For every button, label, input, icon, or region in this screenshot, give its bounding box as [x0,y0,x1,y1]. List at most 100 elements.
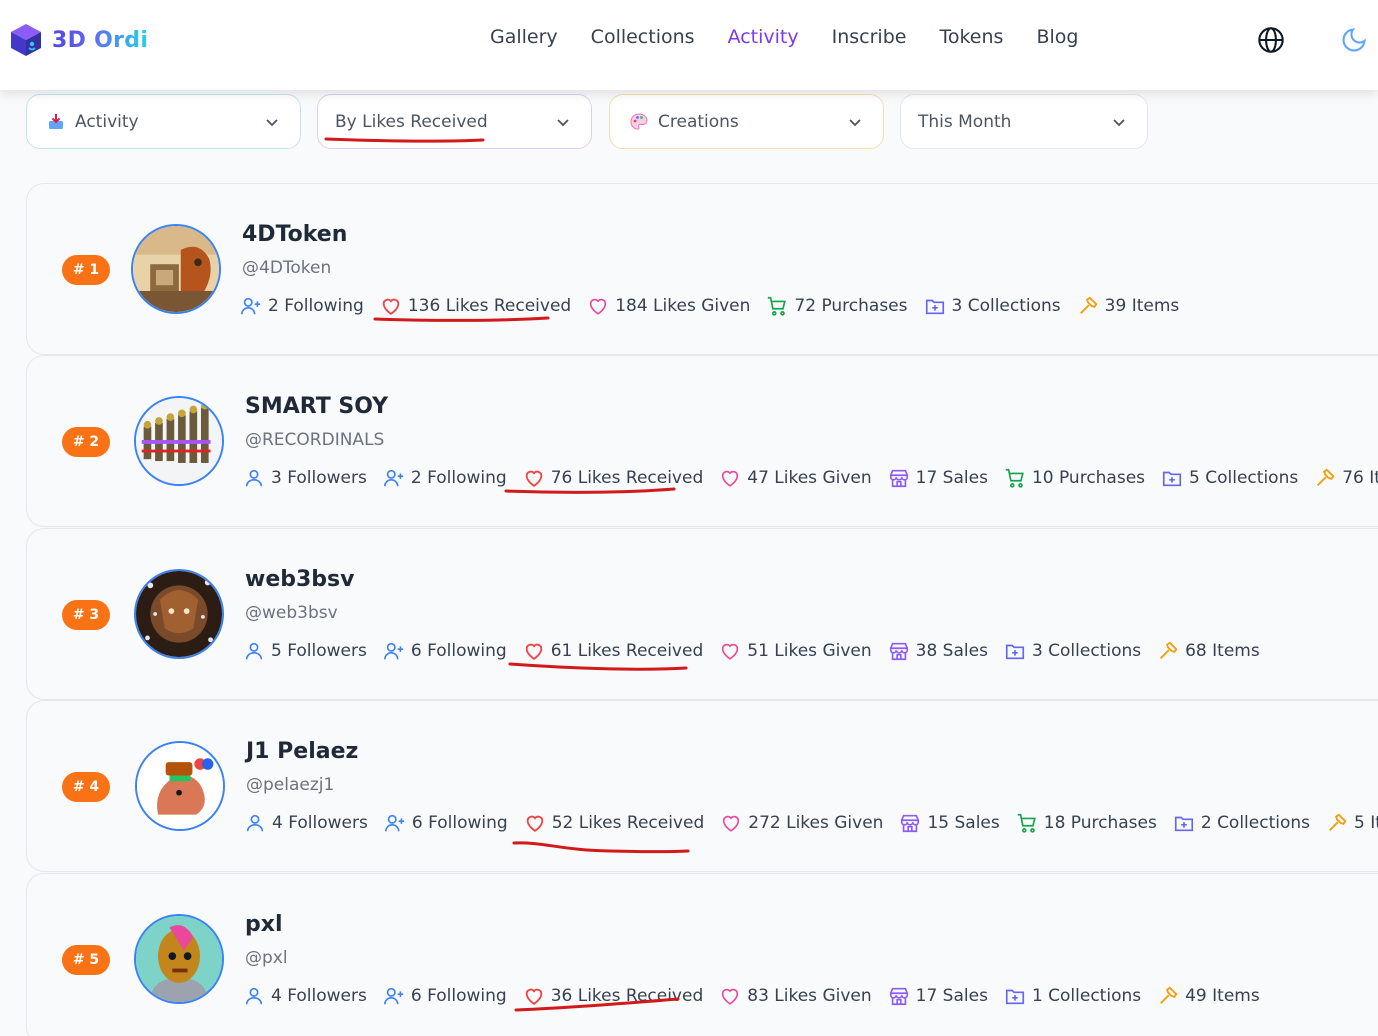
user-name[interactable]: J1 Pelaez [246,739,358,764]
period-select[interactable]: This Month [900,94,1148,149]
user-row[interactable]: # 2 SMART SOY @RECORDINALS 3 Followers 2 Fol… [26,355,1378,527]
stat-text: 6 Following [410,641,507,661]
user-row[interactable]: # 3 web3bsv @web3bsv 5 Followers 6 Following… [26,528,1378,700]
stat-item[interactable]: 2 Following [383,467,507,489]
store-icon [901,814,920,833]
stat-item[interactable]: 3 Followers [243,467,367,489]
stat-item[interactable]: 68 Items [1157,640,1260,662]
period-value: This Month [918,111,1012,132]
heart-icon [525,470,542,487]
stat-item[interactable]: 17 Sales [888,467,988,489]
user-icon [245,469,263,487]
stat-text: 2 Collections [1200,813,1311,833]
user-name[interactable]: web3bsv [245,567,354,592]
nav-blog[interactable]: Blog [1036,26,1078,48]
stat-text: 4 Followers [271,986,367,1006]
stat-text: 76 Items [1342,468,1378,488]
stat-text: 4 Followers [272,813,368,833]
stat-item[interactable]: 184 Likes Given [587,295,750,317]
stat-item[interactable]: 76 Likes Received [523,467,703,489]
stat-item[interactable]: 10 Purchases [1004,467,1145,489]
stat-item[interactable]: 1 Collections [1004,985,1141,1007]
globe-icon[interactable] [1257,26,1285,54]
activity-type-select[interactable]: Activity [26,94,301,149]
stat-text: 272 Likes Given [748,813,884,833]
store-icon [889,642,908,661]
folder-plus-icon [1174,816,1193,832]
stat-item[interactable]: 2 Collections [1173,812,1310,834]
category-select[interactable]: Creations [609,94,884,149]
stat-item[interactable]: 17 Sales [888,985,988,1007]
stat-item[interactable]: 4 Followers [243,985,367,1007]
chevron-down-icon [849,119,861,127]
stat-item[interactable]: 72 Purchases [766,295,908,317]
rank-badge: # 1 [62,255,110,285]
stat-item[interactable]: 136 Likes Received [380,295,571,317]
stat-item[interactable]: 6 Following [383,640,507,662]
stat-item[interactable]: 36 Likes Received [523,985,703,1007]
rank-badge: # 5 [62,945,110,975]
user-plus-icon [383,987,404,1005]
nav-tokens[interactable]: Tokens [939,26,1003,48]
stat-item[interactable]: 2 Following [240,295,364,317]
moon-icon[interactable] [1340,26,1368,54]
stat-item[interactable]: 76 Items [1314,467,1378,489]
stat-item[interactable]: 47 Likes Given [719,467,872,489]
folder-plus-icon [1005,644,1025,660]
stat-item[interactable]: 4 Followers [244,812,368,834]
hammer-icon [1160,641,1178,659]
stat-item[interactable]: 3 Collections [1004,640,1141,662]
user-name[interactable]: pxl [245,912,282,937]
logo[interactable]: 3D Ordi [9,22,148,58]
stat-item[interactable]: 52 Likes Received [524,812,705,834]
nav-inscribe[interactable]: Inscribe [832,26,907,48]
stat-text: 6 Following [411,813,508,833]
avatar[interactable] [134,396,224,486]
user-row[interactable]: # 4 J1 Pelaez @pelaezj1 4 Followers 6 Follow… [26,700,1378,872]
avatar[interactable] [131,224,221,314]
avatar[interactable] [135,741,225,831]
stat-text: 17 Sales [915,468,988,488]
stat-text: 3 Collections [1031,641,1142,661]
stat-item[interactable]: 6 Following [384,812,508,834]
cart-icon [1005,468,1024,488]
stat-item[interactable]: 49 Items [1157,985,1260,1007]
stat-text: 52 Likes Received [551,813,705,833]
heart-outline-icon [590,298,607,315]
stat-item[interactable]: 39 Items [1077,295,1179,317]
stat-text: 5 Followers [271,641,367,661]
stat-item[interactable]: 18 Purchases [1016,812,1157,834]
stat-text: 49 Items [1185,986,1260,1006]
stat-item[interactable]: 38 Sales [888,640,988,662]
heart-icon [525,988,542,1005]
user-name[interactable]: 4DToken [242,222,347,247]
stat-text: 68 Items [1185,641,1260,661]
user-row[interactable]: # 1 4DToken @4DToken 2 Following 136 Likes R… [26,183,1378,355]
stat-item[interactable]: 83 Likes Given [719,985,872,1007]
stat-item[interactable]: 6 Following [383,985,507,1007]
stat-item[interactable]: 15 Sales [899,812,1000,834]
stat-text: 3 Collections [951,296,1061,316]
sort-select[interactable]: By Likes Received [317,94,592,149]
stat-item[interactable]: 272 Likes Given [720,812,883,834]
user-handle: @web3bsv [245,603,338,623]
stat-text: 3 Followers [271,468,367,488]
stat-text: 2 Following [268,296,364,316]
avatar[interactable] [134,569,224,659]
stat-item[interactable]: 5 Collections [1161,467,1298,489]
stat-item[interactable]: 5 Followers [243,640,367,662]
user-name[interactable]: SMART SOY [245,394,388,419]
stat-item[interactable]: 61 Likes Received [523,640,703,662]
user-row[interactable]: # 5 pxl @pxl 4 Followers 6 Following 36 Likes… [26,873,1378,1036]
stat-text: 18 Purchases [1043,813,1157,833]
cube-logo-icon [11,24,41,56]
user-plus-icon [241,297,261,315]
user-handle: @4DToken [242,258,332,278]
nav-gallery[interactable]: Gallery [490,26,558,48]
avatar[interactable] [134,914,224,1004]
stat-item[interactable]: 3 Collections [924,295,1061,317]
nav-collections[interactable]: Collections [591,26,695,48]
nav-activity[interactable]: Activity [728,26,799,48]
stat-item[interactable]: 5 Items [1326,812,1378,834]
stat-item[interactable]: 51 Likes Given [719,640,872,662]
